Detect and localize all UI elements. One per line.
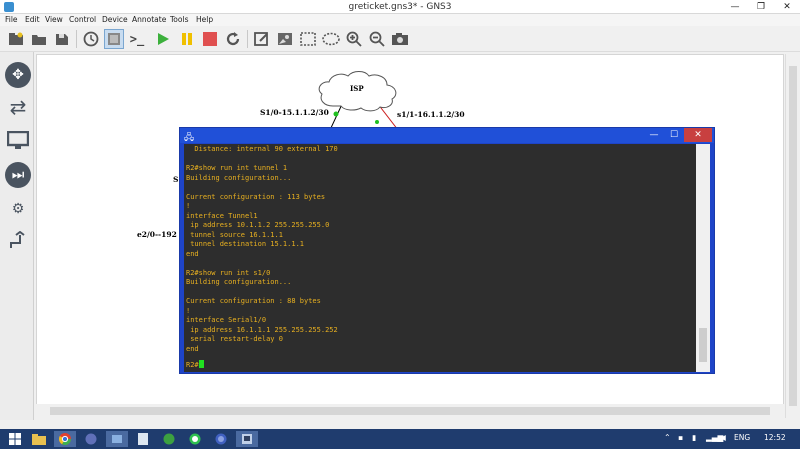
cloud-label: ISP	[350, 84, 364, 93]
app-circle-icon[interactable]	[80, 431, 102, 447]
terminal-prompt-line[interactable]: R2#	[186, 360, 204, 370]
console-window[interactable]: 🖧 — ☐ ✕ Distance: internal 90 external 1…	[179, 127, 715, 374]
terminal-line: tunnel destination 15.1.1.1	[186, 240, 305, 248]
tray-app-icon[interactable]: ▪	[678, 433, 683, 442]
terminal-line: end	[186, 344, 199, 353]
putty-taskbar-icon[interactable]	[236, 431, 258, 447]
clock-time[interactable]: 12:52	[764, 433, 786, 442]
terminal-line: Current configuration : 113 bytes	[186, 192, 326, 201]
whatsapp-icon[interactable]	[184, 431, 206, 447]
link-label-s1-0: S1/0-15.1.1.2/30	[260, 108, 329, 117]
console-close-button[interactable]: ✕	[684, 128, 712, 142]
terminal-cursor	[198, 360, 204, 368]
battery-icon[interactable]: ▮	[692, 433, 696, 442]
terminal-line: interface Serial1/0	[186, 316, 267, 324]
document-app-icon[interactable]	[132, 431, 154, 447]
terminal-prompt: R2#	[186, 361, 199, 369]
terminal-line: Current configuration : 88 bytes	[186, 297, 321, 305]
terminal-line: tunnel source 16.1.1.1	[186, 230, 283, 239]
windows-taskbar: ⌃ ▪ ▮ ▂▄▆ ◀ ENG 12:52	[0, 429, 800, 449]
xbox-app-icon[interactable]	[158, 431, 180, 447]
console-maximize-button[interactable]: ☐	[664, 128, 684, 142]
terminal-line: !	[186, 202, 191, 210]
tray-up-arrow-icon[interactable]: ⌃	[664, 433, 671, 442]
console-scrollbar[interactable]	[696, 144, 710, 372]
terminal-line: Building configuration...	[186, 278, 292, 286]
chrome-icon[interactable]	[54, 431, 76, 447]
terminal-line: interface Tunnel1	[186, 211, 258, 220]
eclipse-app-icon[interactable]	[210, 431, 232, 447]
putty-icon: 🖧	[184, 133, 195, 143]
start-windows-icon[interactable]	[4, 431, 26, 447]
terminal-line: Distance: internal 90 external 170	[186, 145, 338, 153]
terminal-line: Building configuration...	[186, 173, 292, 182]
terminal-line: R2#show run int tunnel 1	[186, 164, 288, 172]
link-label-partial: S	[173, 175, 179, 184]
terminal-line: R2#show run int s1/0	[186, 268, 271, 277]
terminal-line: serial restart-delay 0	[186, 335, 283, 343]
terminal-output[interactable]: Distance: internal 90 external 170 R2#sh…	[184, 144, 696, 372]
gns3-taskbar-icon[interactable]	[106, 431, 128, 447]
link-label-s1-1: s1/1-16.1.1.2/30	[397, 110, 465, 119]
terminal-line: !	[186, 306, 191, 315]
terminal-line: ip address 10.1.1.2 255.255.255.0	[186, 221, 330, 229]
volume-icon[interactable]: ◀	[720, 433, 726, 442]
file-explorer-icon[interactable]	[28, 431, 50, 447]
link-label-e2-0: e2/0--192	[137, 230, 177, 239]
terminal-line: ip address 16.1.1.1 255.255.255.252	[186, 325, 338, 334]
terminal-line: end	[186, 249, 199, 258]
console-minimize-button[interactable]: —	[644, 128, 664, 142]
console-title-bar[interactable]: 🖧 — ☐ ✕	[180, 128, 714, 143]
language-indicator[interactable]: ENG	[734, 433, 750, 442]
scroll-thumb[interactable]	[699, 328, 707, 362]
